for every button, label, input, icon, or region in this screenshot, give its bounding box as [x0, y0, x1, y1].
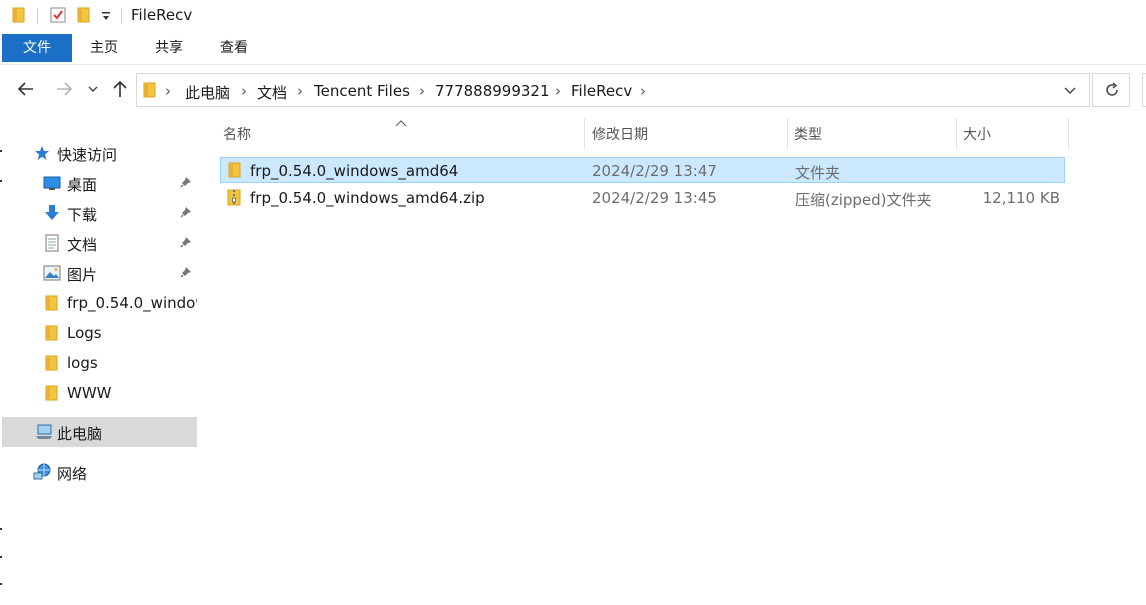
column-divider[interactable]	[1068, 118, 1069, 150]
customize-quick-access-icon[interactable]	[101, 10, 111, 26]
folder-icon	[45, 295, 59, 315]
zip-folder-icon	[227, 189, 241, 210]
nav-label: 桌面	[67, 176, 98, 194]
star-icon	[34, 145, 50, 165]
nav-label: logs	[67, 354, 98, 372]
table-row[interactable]: frp_0.54.0_windows_amd64 2024/2/29 13:47…	[220, 157, 1065, 183]
pictures-icon	[43, 265, 61, 285]
pin-icon[interactable]	[180, 266, 192, 282]
divider	[37, 8, 38, 24]
pin-icon[interactable]	[180, 236, 192, 252]
tab-home[interactable]: 主页	[74, 34, 134, 62]
network-icon	[33, 463, 51, 485]
edge-mark	[0, 528, 2, 530]
nav-label: 此电脑	[57, 425, 103, 443]
column-header-name[interactable]: 名称	[223, 124, 251, 144]
pin-icon[interactable]	[180, 176, 192, 192]
properties-icon[interactable]	[50, 7, 66, 27]
nav-label: frp_0.54.0_windows_amd64	[67, 294, 197, 312]
edge-mark	[0, 556, 2, 558]
file-type: 压缩(zipped)文件夹	[795, 191, 932, 209]
window-title: FileRecv	[131, 6, 193, 24]
address-row: › 此电脑 › 文档 › Tencent Files › 77788899932…	[0, 66, 1146, 114]
column-header-size[interactable]: 大小	[963, 124, 991, 144]
folder-icon	[45, 325, 59, 345]
folder-icon[interactable]	[12, 7, 26, 27]
address-bar[interactable]: › 此电脑 › 文档 › Tencent Files › 77788899932…	[136, 73, 1090, 107]
file-type: 文件夹	[795, 164, 841, 182]
back-icon[interactable]	[15, 78, 37, 100]
ribbon-tabs: 文件 主页 共享 查看	[0, 34, 1146, 65]
chevron-right-icon[interactable]: ›	[165, 82, 171, 100]
nav-item-downloads[interactable]: 下载	[0, 198, 197, 228]
computer-icon	[35, 424, 53, 444]
breadcrumb-account[interactable]: 777888999321	[435, 82, 550, 100]
nav-label: 图片	[67, 266, 98, 284]
file-modified: 2024/2/29 13:47	[592, 162, 717, 180]
sort-ascending-icon	[395, 115, 407, 131]
tab-view[interactable]: 查看	[204, 34, 264, 62]
column-divider[interactable]	[956, 118, 957, 150]
folder-icon	[45, 385, 59, 405]
column-header-type[interactable]: 类型	[794, 124, 822, 144]
navigation-pane: 快速访问 桌面 下载 文档 图片 frp_0.54.0_windows_amd6	[0, 130, 200, 605]
search-box[interactable]	[1142, 73, 1146, 107]
up-icon[interactable]	[109, 78, 131, 100]
breadcrumb-documents[interactable]: 文档	[257, 82, 287, 103]
new-folder-icon[interactable]	[77, 7, 91, 27]
nav-item-frp-folder[interactable]: frp_0.54.0_windows_amd64	[0, 288, 197, 318]
chevron-right-icon[interactable]: ›	[419, 82, 425, 100]
nav-item-documents[interactable]: 文档	[0, 228, 197, 258]
divider	[121, 8, 122, 24]
tab-share[interactable]: 共享	[139, 34, 199, 62]
nav-this-pc[interactable]: 此电脑	[2, 417, 197, 447]
nav-network[interactable]: 网络	[0, 457, 197, 487]
column-divider[interactable]	[584, 118, 585, 150]
nav-item-logs-lower[interactable]: logs	[0, 348, 197, 378]
file-modified: 2024/2/29 13:45	[592, 189, 717, 207]
nav-label: 下载	[67, 206, 98, 224]
file-name: frp_0.54.0_windows_amd64	[250, 162, 459, 180]
title-bar: FileRecv	[0, 0, 1146, 32]
document-icon	[45, 234, 59, 256]
chevron-right-icon[interactable]: ›	[555, 82, 561, 100]
nav-item-www[interactable]: WWW	[0, 378, 197, 408]
nav-label: Logs	[67, 324, 102, 342]
nav-item-desktop[interactable]: 桌面	[0, 168, 197, 198]
forward-icon[interactable]	[53, 78, 75, 100]
nav-label: 网络	[57, 465, 88, 483]
pin-icon[interactable]	[180, 206, 192, 222]
edge-mark	[0, 150, 2, 152]
nav-label: 文档	[67, 236, 98, 254]
refresh-button[interactable]	[1092, 73, 1130, 107]
breadcrumb-this-pc[interactable]: 此电脑	[185, 82, 230, 103]
recent-locations-icon[interactable]	[86, 78, 100, 100]
nav-item-pictures[interactable]: 图片	[0, 258, 197, 288]
table-row[interactable]: frp_0.54.0_windows_amd64.zip 2024/2/29 1…	[220, 185, 1065, 211]
chevron-right-icon[interactable]: ›	[241, 82, 247, 100]
column-divider[interactable]	[787, 118, 788, 150]
tab-file[interactable]: 文件	[2, 34, 72, 62]
nav-quick-access[interactable]: 快速访问	[0, 138, 197, 168]
column-header-modified[interactable]: 修改日期	[592, 124, 648, 144]
folder-icon	[45, 355, 59, 375]
download-arrow-icon	[44, 204, 60, 226]
nav-label: WWW	[67, 384, 112, 402]
desktop-icon	[43, 175, 61, 195]
nav-item-logs-upper[interactable]: Logs	[0, 318, 197, 348]
refresh-icon	[1103, 81, 1121, 103]
chevron-right-icon[interactable]: ›	[297, 82, 303, 100]
folder-icon	[228, 162, 242, 182]
file-name: frp_0.54.0_windows_amd64.zip	[250, 189, 485, 207]
file-size: 12,110 KB	[982, 189, 1060, 207]
edge-mark	[0, 180, 2, 182]
folder-icon	[143, 82, 157, 102]
edge-mark	[0, 583, 2, 585]
address-dropdown-icon[interactable]	[1063, 82, 1077, 102]
chevron-right-icon[interactable]: ›	[640, 82, 646, 100]
file-list: 名称 修改日期 类型 大小 frp_0.54.0_windows_amd64 2…	[200, 114, 1146, 605]
nav-label: 快速访问	[57, 146, 118, 164]
breadcrumb-tencent-files[interactable]: Tencent Files	[314, 82, 410, 100]
breadcrumb-filerecv[interactable]: FileRecv	[571, 82, 632, 100]
